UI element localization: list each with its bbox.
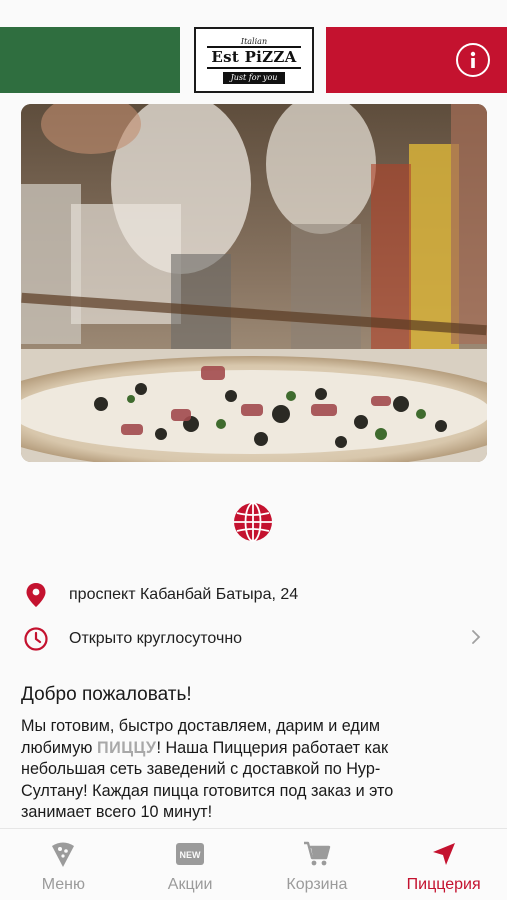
- brand-logo: Italian Est PiZZA Just for you: [194, 27, 314, 93]
- tab-cart[interactable]: Корзина: [254, 829, 381, 900]
- welcome-title: Добро пожаловать!: [21, 684, 192, 705]
- map-pin-icon: [23, 582, 49, 608]
- pizza-slice-icon: [48, 839, 78, 869]
- new-badge-text: NEW: [180, 850, 202, 860]
- tab-pizzeria[interactable]: Пиццерия: [380, 829, 507, 900]
- logo-wordmark: Est PiZZA: [207, 45, 301, 69]
- opening-hours-row[interactable]: Открыто круглосуточно: [0, 619, 507, 659]
- globe-icon: [234, 502, 272, 542]
- info-icon: [470, 51, 476, 68]
- chevron-right-icon: [471, 629, 481, 650]
- tab-menu[interactable]: Меню: [0, 829, 127, 900]
- tab-menu-label: Меню: [41, 876, 85, 893]
- address-row[interactable]: проспект Кабанбай Батыра, 24: [0, 575, 507, 615]
- logo-tagline-bottom: Just for you: [222, 71, 286, 84]
- tab-promotions-label: Акции: [167, 876, 213, 893]
- clock-icon: [23, 626, 49, 652]
- location-arrow-icon: [429, 839, 459, 869]
- new-badge-icon: NEW: [175, 839, 205, 869]
- pizza-highlight: ПИЦЦУ: [96, 738, 157, 757]
- pizza-photo-illustration: [21, 104, 487, 462]
- opening-hours-text: Открыто круглосуточно: [69, 630, 243, 647]
- website-button[interactable]: [233, 502, 273, 542]
- welcome-description: Мы готовим, быстро доставляем, дарим и е…: [21, 716, 441, 824]
- flag-green-stripe: [0, 27, 180, 93]
- tab-pizzeria-label: Пиццерия: [406, 876, 481, 893]
- tab-cart-label: Корзина: [286, 876, 348, 893]
- info-button[interactable]: [456, 43, 490, 77]
- bottom-tab-bar: Меню NEW Акции Корзина Пиццерия: [0, 828, 507, 900]
- hero-photo: [21, 104, 487, 462]
- cart-icon: [302, 839, 332, 869]
- tab-promotions[interactable]: NEW Акции: [127, 829, 254, 900]
- header: Italian Est PiZZA Just for you: [0, 0, 507, 100]
- address-text: проспект Кабанбай Батыра, 24: [69, 586, 299, 603]
- pizzeria-screen: Italian Est PiZZA Just for you проспект …: [0, 0, 507, 900]
- logo-tagline-top: Italian: [240, 36, 268, 46]
